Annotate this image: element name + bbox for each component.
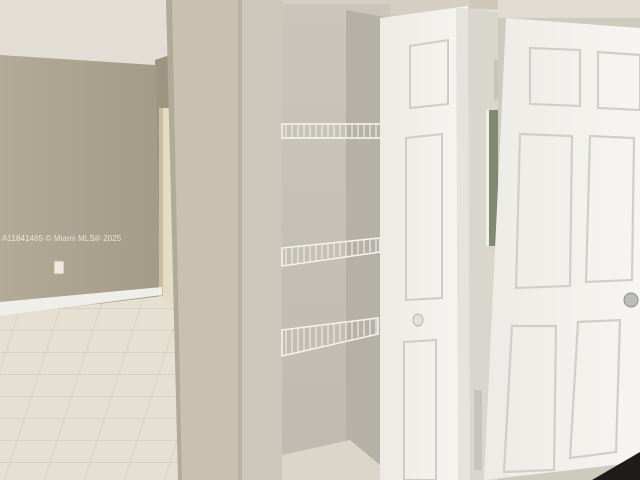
- hallway-ceiling: [0, 0, 170, 66]
- listing-watermark: A11841465 © Miami MLS® 2025: [2, 234, 122, 243]
- door-handle[interactable]: [623, 292, 639, 308]
- wall-outlet: [53, 260, 65, 275]
- tile-floor: [0, 296, 190, 480]
- door-frame: [159, 108, 163, 306]
- hallway-wall: [0, 55, 160, 310]
- listing-photo: A11841465 © Miami MLS® 2025: [0, 0, 640, 480]
- six-panel-door[interactable]: [484, 18, 640, 480]
- closet-frame-left: [238, 0, 282, 480]
- door-knob[interactable]: [412, 313, 424, 327]
